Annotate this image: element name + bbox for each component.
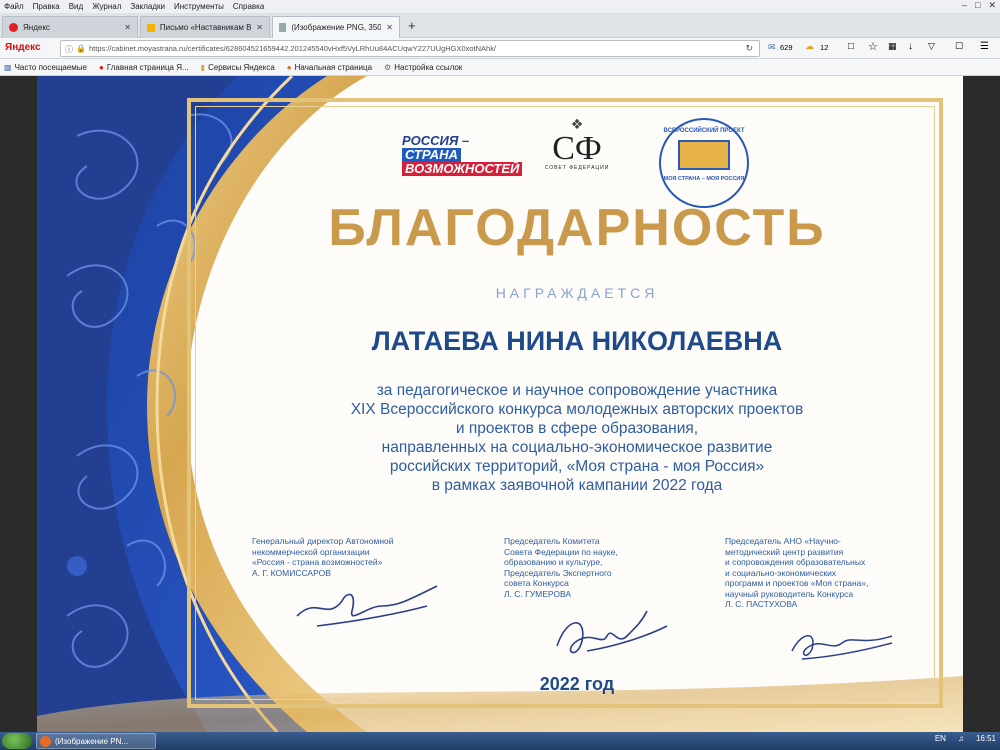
menu-bar: Файл Правка Вид Журнал Закладки Инструме…	[0, 0, 1000, 13]
close-tab-icon[interactable]: ✕	[386, 23, 393, 32]
mail-count: 629	[780, 43, 793, 52]
lock-icon: 🔒	[76, 44, 86, 53]
firefox-icon: ●	[286, 62, 292, 72]
signature-pastukhova	[791, 635, 893, 660]
page-viewport: РОССИЯ – СТРАНА ВОЗМОЖНОСТЕЙ ❖ СФ СОВЕТ …	[0, 76, 1000, 732]
menu-view[interactable]: Вид	[69, 2, 83, 11]
firefox-icon	[40, 736, 51, 747]
weather-value: 12	[820, 43, 829, 52]
signer-komissarov: Генеральный директор Автономной некоммер…	[252, 536, 394, 578]
navigation-bar: Яндекс ⓘ 🔒 https://cabinet.moyastrana.ru…	[0, 38, 1000, 59]
menu-edit[interactable]: Правка	[33, 2, 60, 11]
close-tab-icon[interactable]: ✕	[256, 23, 263, 32]
awarded-label: НАГРАЖДАЕТСЯ	[495, 285, 659, 301]
menu-bookmarks[interactable]: Закладки	[130, 2, 165, 11]
signature-komissarov	[296, 585, 438, 627]
start-button[interactable]	[2, 733, 32, 749]
new-tab-button[interactable]: +	[408, 18, 416, 33]
reload-icon[interactable]: ↻	[745, 43, 753, 54]
menu-history[interactable]: Журнал	[92, 2, 121, 11]
certificate-image: РОССИЯ – СТРАНА ВОЗМОЖНОСТЕЙ ❖ СФ СОВЕТ …	[37, 76, 963, 732]
signer-pastukhova: Председатель АНО «Научно- методический ц…	[725, 536, 869, 609]
star-icon[interactable]: ☆	[868, 40, 878, 53]
bookmark-start-page[interactable]: ● Начальная страница	[287, 63, 372, 72]
logo-russia-land-of-opportunity: РОССИЯ – СТРАНА ВОЗМОЖНОСТЕЙ	[402, 134, 523, 176]
bookmark-page-icon[interactable]: □	[848, 41, 854, 52]
hamburger-menu-icon[interactable]: ☰	[980, 41, 989, 52]
weather-icon[interactable]: ☁	[805, 41, 814, 52]
close-tab-icon[interactable]: ✕	[124, 23, 131, 32]
bookmarks-toolbar: ▩ Часто посещаемые ● Главная страница Я...…	[0, 59, 1000, 76]
language-indicator[interactable]: EN	[935, 734, 946, 743]
image-favicon-icon	[279, 23, 287, 32]
people-icon	[678, 140, 730, 170]
tab-bar: Яндекс ✕ Письмо «Наставникам Всеро... ✕ …	[0, 13, 1000, 38]
speaker-icon[interactable]: ♫	[958, 734, 964, 743]
library-icon[interactable]: ▦	[888, 41, 897, 52]
maximize-icon[interactable]: □	[975, 0, 980, 11]
windows-taskbar: (Изображение PN... EN ♫ 16:51	[0, 732, 1000, 750]
download-icon[interactable]: ↓	[908, 41, 913, 52]
bookmark-yandex-services[interactable]: ▮ Сервисы Яндекса	[201, 63, 275, 72]
info-icon[interactable]: ⓘ	[65, 44, 73, 55]
bookmark-settings[interactable]: ⚙ Настройка ссылок	[384, 63, 462, 72]
yandex-icon: ●	[99, 62, 104, 72]
yandex-favicon-icon	[9, 23, 18, 32]
pocket-icon[interactable]: ▽	[928, 41, 935, 52]
bookmark-icon: ▩	[4, 62, 12, 72]
tab-image[interactable]: (Изображение PNG, 3509 × ... ✕	[272, 16, 400, 38]
certificate-year: 2022 год	[539, 674, 615, 694]
window-controls: – □ ✕	[962, 0, 996, 11]
tab-mail[interactable]: Письмо «Наставникам Всеро... ✕	[140, 16, 270, 38]
menu-tools[interactable]: Инструменты	[174, 2, 224, 11]
close-window-icon[interactable]: ✕	[988, 0, 996, 11]
logo-my-country-my-russia: ВСЕРОССИЙСКИЙ ПРОЕКТ МОЯ СТРАНА – МОЯ РО…	[659, 118, 749, 208]
address-bar[interactable]: ⓘ 🔒 https://cabinet.moyastrana.ru/certif…	[60, 40, 760, 57]
taskbar-firefox-item[interactable]: (Изображение PN...	[36, 733, 156, 749]
bookmark-most-visited[interactable]: ▩ Часто посещаемые	[4, 63, 87, 72]
url-text: https://cabinet.moyastrana.ru/certificat…	[89, 44, 497, 53]
folder-icon: ▮	[200, 62, 206, 72]
cart-icon[interactable]: ☐	[955, 41, 963, 52]
certificate-title: БЛАГОДАРНОСТЬ	[328, 199, 826, 257]
signer-gumerova: Председатель Комитета Совета Федерации п…	[504, 536, 618, 599]
citation-text: за педагогическое и научное сопровождени…	[350, 382, 804, 494]
system-tray: EN ♫ 16:51	[935, 734, 996, 743]
mail-favicon-icon	[147, 23, 155, 32]
menu-help[interactable]: Справка	[233, 2, 264, 11]
signature-gumerova	[556, 610, 668, 654]
logo-federation-council: ❖ СФ СОВЕТ ФЕДЕРАЦИИ	[542, 116, 612, 171]
menu-file[interactable]: Файл	[4, 2, 24, 11]
gear-icon: ⚙	[384, 62, 392, 72]
minimize-icon[interactable]: –	[962, 0, 967, 11]
mail-icon[interactable]: ✉	[768, 42, 776, 53]
recipient-name: ЛАТАЕВА НИНА НИКОЛАЕВНА	[371, 326, 783, 356]
bookmark-yandex-home[interactable]: ● Главная страница Я...	[99, 63, 189, 72]
yandex-logo[interactable]: Яндекс	[5, 42, 41, 53]
clock[interactable]: 16:51	[976, 734, 996, 743]
tab-yandex[interactable]: Яндекс ✕	[2, 16, 138, 38]
